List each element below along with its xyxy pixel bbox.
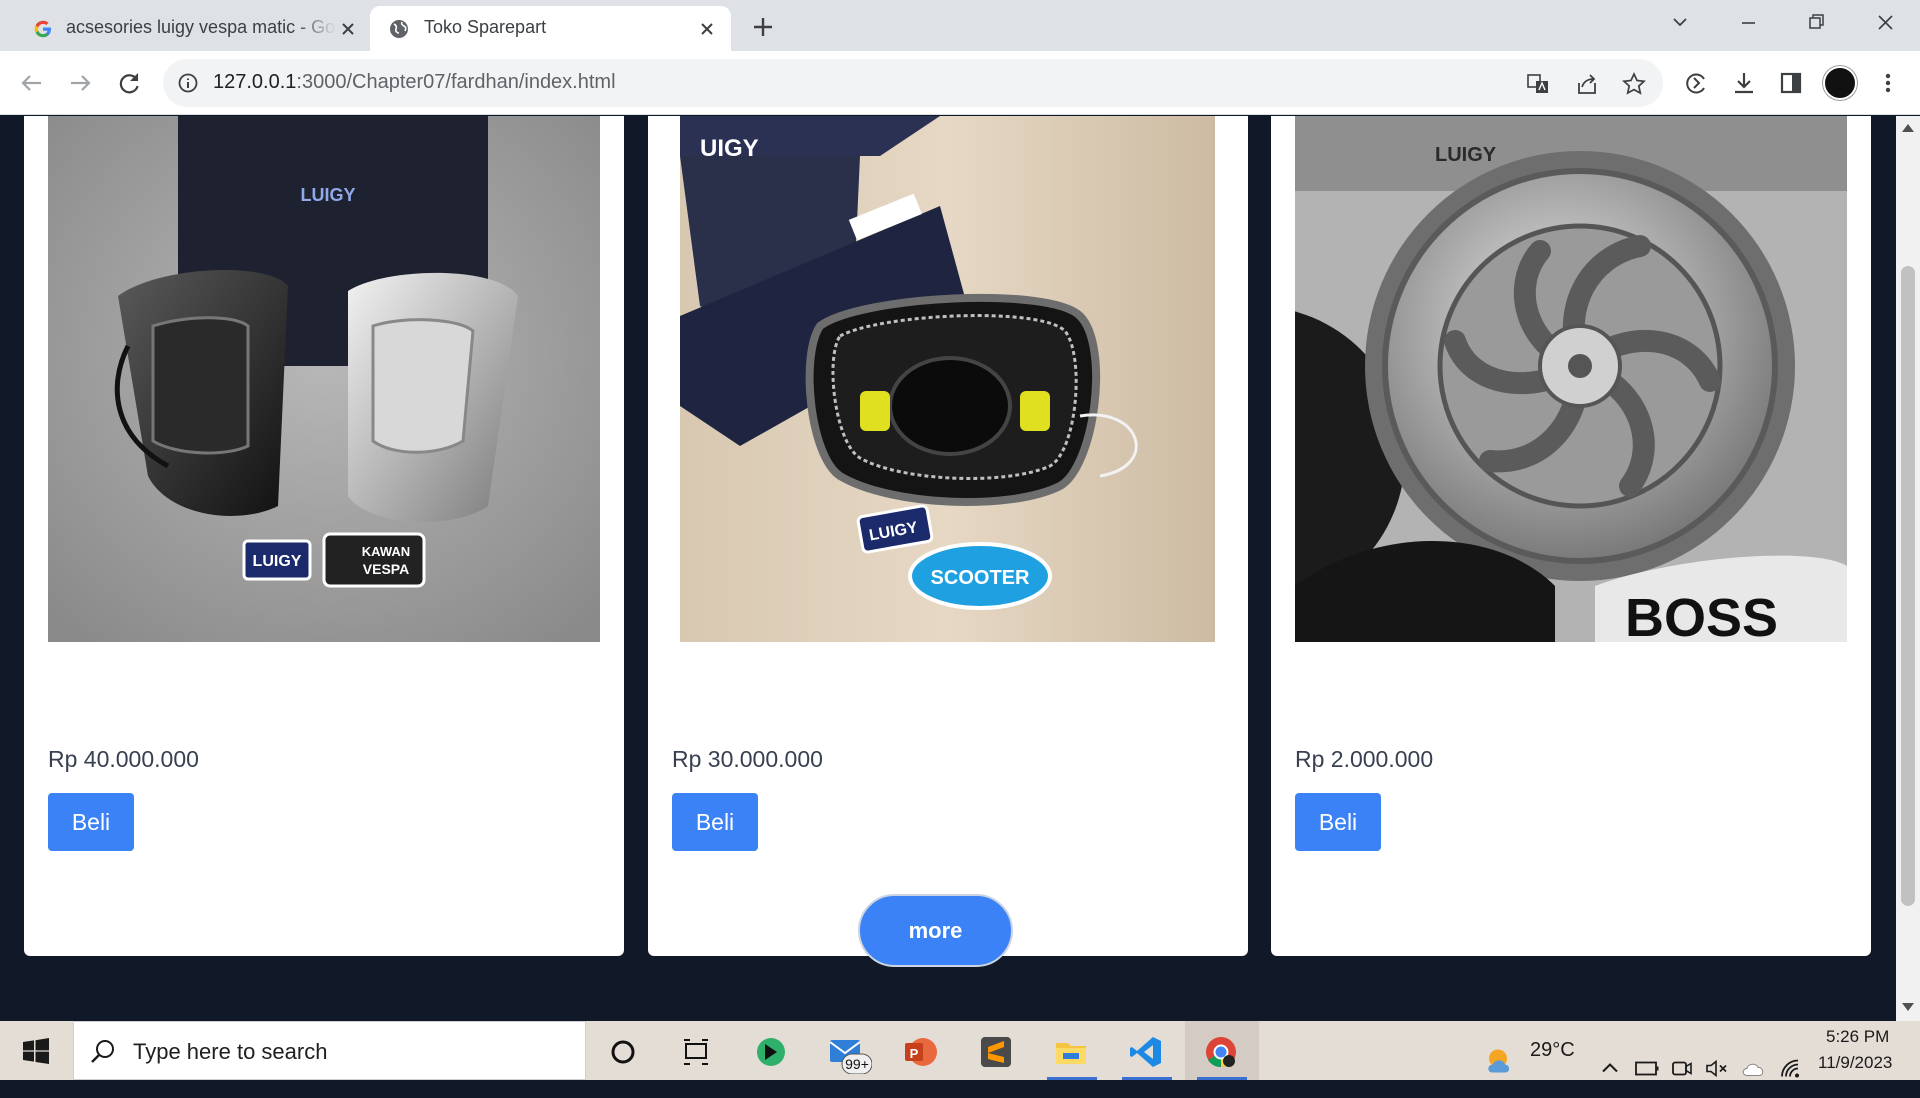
svg-text:VESPA: VESPA (363, 561, 409, 577)
globe-icon (390, 20, 408, 38)
speaker-muted-icon[interactable] (1704, 1039, 1730, 1098)
taskbar-app-vscode[interactable] (1110, 1021, 1184, 1080)
product-photo-tail-light: LUIGY LUIGY KAWAN VESPA (48, 116, 600, 642)
svg-text:LUIGY: LUIGY (300, 185, 355, 205)
product-card: LUIGY BOSS Rp 2.000.000 Beli (1271, 116, 1871, 956)
chrome-icon (1206, 1037, 1236, 1068)
tab-toko-sparepart[interactable]: Toko Sparepart (370, 6, 731, 51)
google-g-icon (34, 20, 51, 38)
url-path: :3000/Chapter07/fardhan/index.html (296, 71, 616, 93)
download-icon[interactable] (1730, 69, 1758, 97)
buy-button[interactable]: Beli (48, 793, 134, 851)
site-info-icon[interactable] (177, 72, 199, 94)
clock-date[interactable]: 11/9/2023 (1818, 1053, 1892, 1073)
weather-icon[interactable] (1482, 1033, 1522, 1092)
green-app-icon (757, 1038, 785, 1066)
product-card: LUIGY LUIGY KAWAN VESPA Rp 40.000.000 Be… (24, 116, 624, 956)
svg-text:KAWAN: KAWAN (362, 544, 410, 559)
task-view-button[interactable] (660, 1021, 734, 1080)
translate-icon[interactable] (1525, 71, 1551, 97)
taskbar-app-chrome[interactable] (1185, 1021, 1259, 1080)
scroll-up-arrow-icon[interactable] (1902, 124, 1914, 132)
page-content: LUIGY LUIGY KAWAN VESPA Rp 40.000.000 Be… (0, 116, 1896, 1021)
cortana-icon (611, 1040, 635, 1064)
side-panel-icon[interactable] (1777, 69, 1805, 97)
powerpoint-icon: P (905, 1038, 937, 1066)
svg-text:BOSS: BOSS (1625, 588, 1778, 642)
more-button[interactable]: more (858, 894, 1013, 967)
notification-badge: 99+ (845, 1056, 869, 1072)
product-price: Rp 2.000.000 (1295, 746, 1434, 772)
cvt-cover-image: LUIGY BOSS (1295, 116, 1847, 642)
cortana-button[interactable] (587, 1021, 661, 1080)
taskbar-search[interactable]: Type here to search (73, 1021, 586, 1080)
search-placeholder: Type here to search (133, 1039, 328, 1064)
url-text[interactable]: 127.0.0.1:3000/Chapter07/fardhan/index.h… (213, 71, 616, 94)
svg-text:LUIGY: LUIGY (253, 553, 302, 570)
close-tab-icon[interactable] (338, 19, 358, 39)
close-tab-icon[interactable] (697, 19, 717, 39)
svg-text:LUIGY: LUIGY (1435, 144, 1497, 166)
close-window-icon[interactable] (1865, 8, 1905, 38)
battery-icon[interactable] (1634, 1039, 1660, 1098)
url-host: 127.0.0.1 (213, 71, 297, 93)
tab-google-search[interactable]: acsesories luigy vespa matic - Goo (14, 6, 362, 51)
svg-text:P: P (910, 1046, 919, 1061)
tab-title: acsesories luigy vespa matic - Goo (66, 17, 336, 37)
tab-title: Toko Sparepart (424, 17, 547, 37)
product-price: Rp 40.000.000 (48, 746, 199, 772)
extensions-refresh-icon[interactable] (1682, 69, 1710, 97)
clock-time[interactable]: 5:26 PM (1826, 1027, 1889, 1047)
forward-icon[interactable] (65, 68, 95, 98)
reload-icon[interactable] (114, 68, 144, 98)
profile-avatar[interactable] (1823, 66, 1857, 100)
share-icon[interactable] (1574, 71, 1600, 97)
onedrive-cloud-icon[interactable] (1740, 1039, 1768, 1098)
bookmark-star-icon[interactable] (1621, 71, 1647, 97)
taskbar-app-sublime[interactable] (960, 1021, 1034, 1080)
task-view-icon (684, 1039, 708, 1065)
vscode-icon (1130, 1037, 1161, 1067)
weather-temperature[interactable]: 29°C (1530, 1039, 1575, 1062)
scrollbar-thumb[interactable] (1901, 266, 1915, 906)
back-icon[interactable] (17, 68, 47, 98)
mail-icon: 99+ (829, 1040, 872, 1074)
taskbar-app-file-explorer[interactable] (1035, 1021, 1109, 1080)
browser-toolbar: 127.0.0.1:3000/Chapter07/fardhan/index.h… (0, 51, 1920, 115)
product-card: UIGY LUIGY SCOOTER Rp 30.000.000 Beli (648, 116, 1248, 956)
windows-taskbar: Type here to search 99+ P 29°C 5:26 PM 1… (0, 1021, 1920, 1080)
search-icon (91, 1040, 114, 1063)
sublime-text-icon (981, 1037, 1011, 1067)
product-photo-cvt-cover: LUIGY BOSS (1295, 116, 1847, 642)
taskbar-app-powerpoint[interactable]: P (885, 1021, 959, 1080)
headlight-image: UIGY LUIGY SCOOTER (680, 116, 1215, 642)
tail-light-image: LUIGY LUIGY KAWAN VESPA (48, 116, 600, 642)
wifi-icon[interactable] (1778, 1039, 1804, 1098)
svg-text:SCOOTER: SCOOTER (931, 567, 1030, 589)
buy-button[interactable]: Beli (672, 793, 758, 851)
scroll-down-arrow-icon[interactable] (1902, 1003, 1914, 1011)
new-tab-icon[interactable] (748, 12, 778, 42)
browser-tab-strip: acsesories luigy vespa matic - Goo Toko … (0, 0, 1920, 51)
taskbar-app-green[interactable] (735, 1021, 809, 1080)
tab-search-icon[interactable] (1660, 8, 1700, 38)
product-price: Rp 30.000.000 (672, 746, 823, 772)
svg-text:UIGY: UIGY (700, 135, 759, 162)
product-photo-headlight: UIGY LUIGY SCOOTER (680, 116, 1215, 642)
camera-icon[interactable] (1670, 1039, 1694, 1098)
menu-kebab-icon[interactable] (1874, 69, 1902, 97)
windows-start-icon[interactable] (14, 1036, 58, 1066)
minimize-icon[interactable] (1728, 8, 1768, 38)
page-scrollbar[interactable] (1896, 116, 1920, 1021)
restore-icon[interactable] (1796, 8, 1836, 38)
folder-icon (1056, 1043, 1086, 1064)
chevron-up-icon[interactable] (1598, 1039, 1622, 1098)
address-bar[interactable]: 127.0.0.1:3000/Chapter07/fardhan/index.h… (163, 59, 1663, 107)
taskbar-app-mail[interactable]: 99+ (810, 1021, 884, 1080)
buy-button[interactable]: Beli (1295, 793, 1381, 851)
